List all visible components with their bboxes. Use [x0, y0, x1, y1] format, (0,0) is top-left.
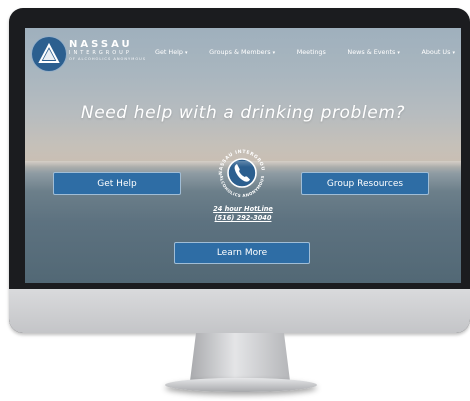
- nav-item-meetings[interactable]: Meetings: [297, 48, 326, 56]
- brand-tagline: OF ALCOHOLICS ANONYMOUS: [69, 57, 147, 61]
- main-nav: Get Help ▾ Groups & Members ▾ Meetings New…: [155, 48, 455, 56]
- nav-item-label: Meetings: [296, 48, 326, 56]
- website-screen: NASSAU INTERGROUP OF ALCOHOLICS ANONYMOU…: [25, 28, 461, 283]
- nav-item-groups-members[interactable]: Groups & Members ▾: [209, 48, 275, 56]
- site-logo[interactable]: [31, 36, 67, 72]
- learn-more-button[interactable]: Learn More: [174, 242, 310, 264]
- chevron-down-icon: ▾: [185, 50, 188, 56]
- hotline-number[interactable]: (516) 292-3040: [193, 214, 293, 222]
- nav-item-label: Get Help: [155, 48, 183, 56]
- nav-item-get-help[interactable]: Get Help ▾: [155, 48, 188, 56]
- chevron-down-icon: ▾: [397, 50, 400, 56]
- nav-item-label: Groups & Members: [209, 48, 271, 56]
- monitor-stand-base: [165, 378, 317, 392]
- nav-item-news-events[interactable]: News & Events ▾: [347, 48, 399, 56]
- brand-name: NASSAU: [69, 39, 133, 50]
- get-help-button[interactable]: Get Help: [53, 172, 181, 195]
- triangle-logo-icon: [38, 43, 60, 63]
- group-resources-button[interactable]: Group Resources: [301, 172, 429, 195]
- brand-text[interactable]: NASSAU INTERGROUP OF ALCOHOLICS ANONYMOU…: [69, 39, 146, 62]
- hotline-title[interactable]: 24 hour HotLine: [193, 205, 293, 213]
- nav-item-label: News & Events: [347, 48, 396, 56]
- brand-subtitle: INTERGROUP: [69, 50, 132, 56]
- hotline-badge[interactable]: NASSAU INTERGROUP ALCOHOLICS ANONYMOUS: [211, 140, 271, 202]
- monitor-chin: [9, 289, 470, 333]
- nav-item-about-us[interactable]: About Us ▾: [422, 48, 455, 56]
- chevron-down-icon: ▾: [272, 50, 276, 56]
- nav-item-label: About Us: [421, 48, 451, 56]
- chevron-down-icon: ▾: [452, 50, 455, 56]
- monitor-stand-neck: [190, 333, 290, 381]
- phone-icon: NASSAU INTERGROUP ALCOHOLICS ANONYMOUS: [211, 140, 265, 198]
- hero-headline: Need help with a drinking problem?: [80, 103, 406, 123]
